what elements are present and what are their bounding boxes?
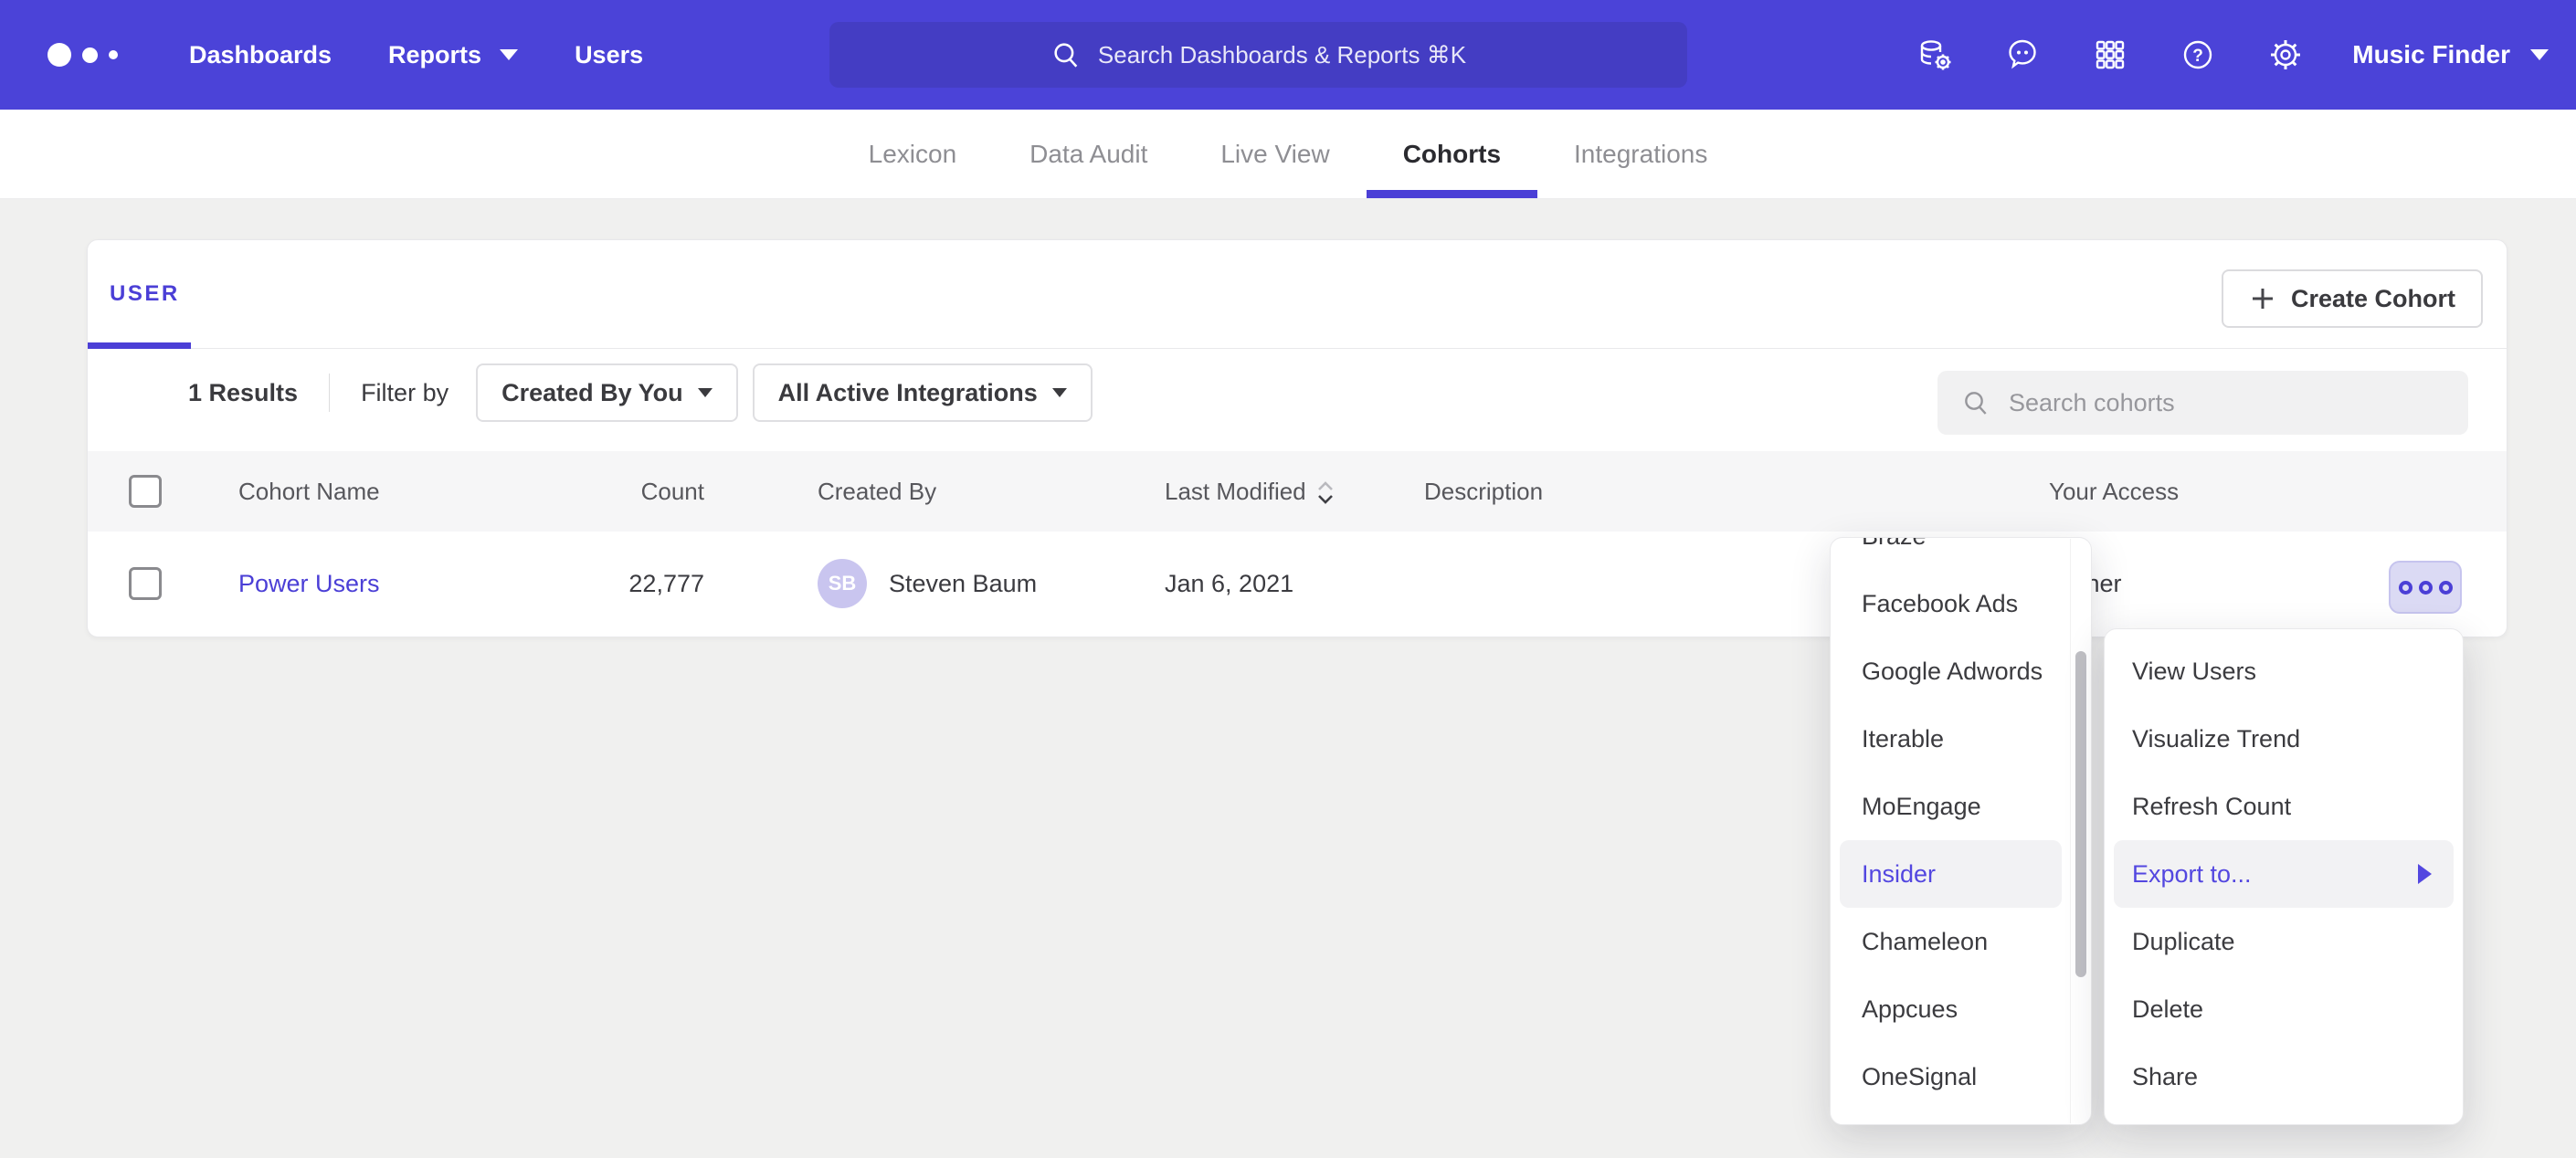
nav-link-reports[interactable]: Reports bbox=[388, 41, 518, 69]
context-menu-item-delete[interactable]: Delete bbox=[2105, 975, 2463, 1043]
cohorts-panel: USER Create Cohort 1 Results Filter by C… bbox=[87, 239, 2507, 637]
submenu-item-facebook-ads[interactable]: Facebook Ads bbox=[1831, 570, 2071, 637]
help-icon[interactable]: ? bbox=[2177, 34, 2219, 76]
cohort-name-link[interactable]: Power Users bbox=[238, 570, 380, 597]
column-header-your-access: Your Access bbox=[2024, 478, 2508, 506]
chevron-down-icon bbox=[1052, 388, 1067, 397]
chevron-down-icon bbox=[698, 388, 713, 397]
tab-lexicon[interactable]: Lexicon bbox=[832, 110, 994, 198]
submenu-item-moengage[interactable]: MoEngage bbox=[1831, 773, 2071, 840]
scrollbar-thumb[interactable] bbox=[2075, 651, 2086, 977]
submenu-item-chameleon[interactable]: Chameleon bbox=[1831, 908, 2071, 975]
top-navbar: Dashboards Reports Users Search Dashboards… bbox=[0, 0, 2576, 110]
chevron-down-icon bbox=[2530, 49, 2549, 60]
global-search-placeholder: Search Dashboards & Reports ⌘K bbox=[1098, 41, 1466, 69]
export-submenu: BrazeFacebook AdsGoogle AdwordsIterableM… bbox=[1830, 537, 2092, 1125]
context-menu-item-view-users[interactable]: View Users bbox=[2105, 637, 2463, 705]
nav-link-dashboards[interactable]: Dashboards bbox=[189, 41, 332, 69]
column-header-last-modified[interactable]: Last Modified bbox=[1147, 478, 1403, 506]
project-name: Music Finder bbox=[2352, 40, 2510, 69]
ellipsis-icon bbox=[2399, 581, 2412, 595]
column-header-cohort-name: Cohort Name bbox=[197, 478, 599, 506]
select-all-checkbox[interactable] bbox=[129, 475, 162, 508]
column-header-count: Count bbox=[599, 478, 709, 506]
filter-dropdown-created-by-you[interactable]: Created By You bbox=[476, 363, 738, 422]
cohort-search bbox=[1937, 371, 2468, 435]
row-context-menu: View UsersVisualize TrendRefresh CountEx… bbox=[2104, 628, 2464, 1125]
submenu-item-insider[interactable]: Insider bbox=[1840, 840, 2062, 908]
plus-icon bbox=[2249, 285, 2276, 312]
submenu-item-onesignal[interactable]: OneSignal bbox=[1831, 1043, 2071, 1111]
submenu-item-appcues[interactable]: Appcues bbox=[1831, 975, 2071, 1043]
tab-integrations[interactable]: Integrations bbox=[1537, 110, 1744, 198]
table-header: Cohort Name Count Created By Last Modifi… bbox=[88, 451, 2507, 532]
tab-user[interactable]: USER bbox=[110, 240, 180, 348]
submenu-item-google-adwords[interactable]: Google Adwords bbox=[1831, 637, 2071, 705]
apps-grid-icon[interactable] bbox=[2089, 34, 2131, 76]
row-more-actions-button[interactable] bbox=[2389, 561, 2462, 614]
global-search-input[interactable]: Search Dashboards & Reports ⌘K bbox=[829, 22, 1687, 88]
feedback-icon[interactable] bbox=[2001, 34, 2043, 76]
divider bbox=[329, 374, 330, 412]
svg-text:?: ? bbox=[2192, 47, 2203, 66]
topnav-right-group: ? Music Finder bbox=[1914, 0, 2549, 110]
created-by-name: Steven Baum bbox=[889, 570, 1037, 598]
tab-data-audit[interactable]: Data Audit bbox=[993, 110, 1184, 198]
nav-link-users[interactable]: Users bbox=[575, 41, 643, 69]
create-cohort-button[interactable]: Create Cohort bbox=[2222, 269, 2483, 328]
column-header-created-by: Created By bbox=[709, 478, 1147, 506]
row-checkbox[interactable] bbox=[129, 567, 162, 600]
context-menu-item-share[interactable]: Share bbox=[2105, 1043, 2463, 1111]
last-modified-value: Jan 6, 2021 bbox=[1147, 570, 1403, 598]
brand-logo-dots-icon[interactable] bbox=[48, 43, 118, 67]
settings-gear-icon[interactable] bbox=[2265, 34, 2307, 76]
secondary-nav: LexiconData AuditLive ViewCohortsIntegra… bbox=[0, 110, 2576, 199]
filter-by-label: Filter by bbox=[361, 379, 449, 407]
table-row: Power Users 22,777 SB Steven Baum Jan 6,… bbox=[88, 532, 2507, 636]
context-menu-item-export-to[interactable]: Export to... bbox=[2114, 840, 2454, 908]
active-tab-underline bbox=[88, 342, 191, 349]
spacer bbox=[88, 437, 2507, 451]
search-icon bbox=[1961, 388, 1990, 417]
avatar: SB bbox=[818, 559, 867, 608]
cohort-count: 22,777 bbox=[599, 570, 709, 598]
results-count: 1 Results bbox=[188, 379, 298, 407]
filter-dropdown-all-active-integrations[interactable]: All Active Integrations bbox=[753, 363, 1093, 422]
data-management-icon[interactable] bbox=[1914, 34, 1956, 76]
primary-nav: Dashboards Reports Users bbox=[189, 41, 643, 69]
context-menu-item-visualize-trend[interactable]: Visualize Trend bbox=[2105, 705, 2463, 773]
tab-live-view[interactable]: Live View bbox=[1184, 110, 1366, 198]
submenu-item-braze[interactable]: Braze bbox=[1831, 537, 2071, 570]
filter-dropdowns: Created By You All Active Integrations bbox=[476, 363, 1107, 422]
column-header-description: Description bbox=[1403, 478, 2024, 506]
export-submenu-list: BrazeFacebook AdsGoogle AdwordsIterableM… bbox=[1831, 537, 2091, 1111]
cohort-search-input[interactable] bbox=[2009, 371, 2468, 435]
search-icon bbox=[1050, 39, 1082, 70]
sort-icon[interactable] bbox=[1317, 481, 1334, 504]
submenu-arrow-icon bbox=[2418, 864, 2432, 884]
context-menu-item-refresh-count[interactable]: Refresh Count bbox=[2105, 773, 2463, 840]
chevron-down-icon bbox=[500, 49, 518, 60]
context-menu-item-duplicate[interactable]: Duplicate bbox=[2105, 908, 2463, 975]
panel-header: USER Create Cohort bbox=[88, 240, 2507, 349]
submenu-item-iterable[interactable]: Iterable bbox=[1831, 705, 2071, 773]
tab-cohorts[interactable]: Cohorts bbox=[1367, 110, 1537, 198]
filter-row: 1 Results Filter by Created By You All Ac… bbox=[88, 349, 2507, 437]
project-switcher[interactable]: Music Finder bbox=[2352, 40, 2549, 69]
